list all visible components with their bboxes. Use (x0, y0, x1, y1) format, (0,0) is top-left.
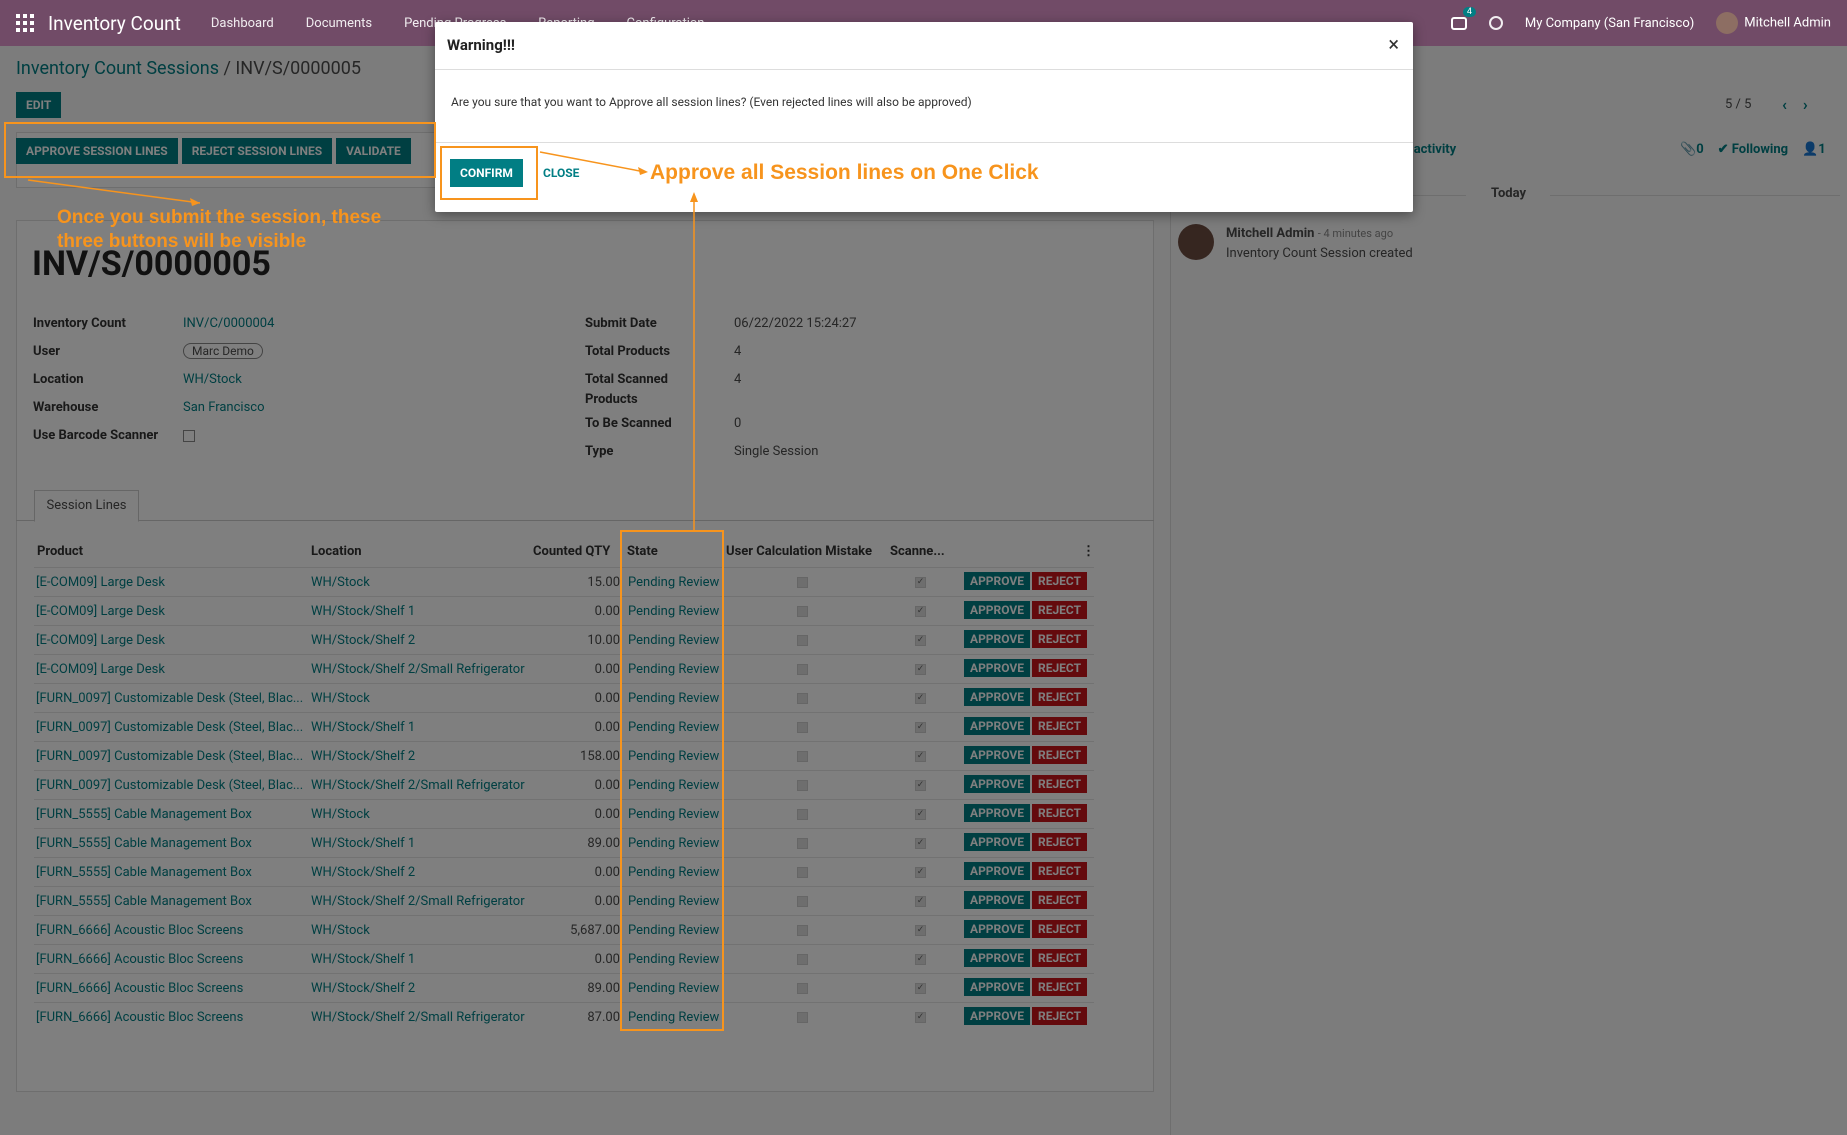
annotation-left-line2: three buttons will be visible (57, 231, 307, 252)
arrow-right-head (638, 167, 648, 175)
arrow-up-head (690, 192, 698, 202)
arrow-left-line (27, 179, 201, 204)
annotation-left: Once you submit the session, these three… (57, 206, 381, 254)
annotation-left-line1: Once you submit the session, these (57, 207, 382, 228)
arrow-left-head (190, 198, 200, 206)
annotation-right: Approve all Session lines on One Click (650, 161, 1039, 184)
arrow-right-line (539, 151, 646, 173)
